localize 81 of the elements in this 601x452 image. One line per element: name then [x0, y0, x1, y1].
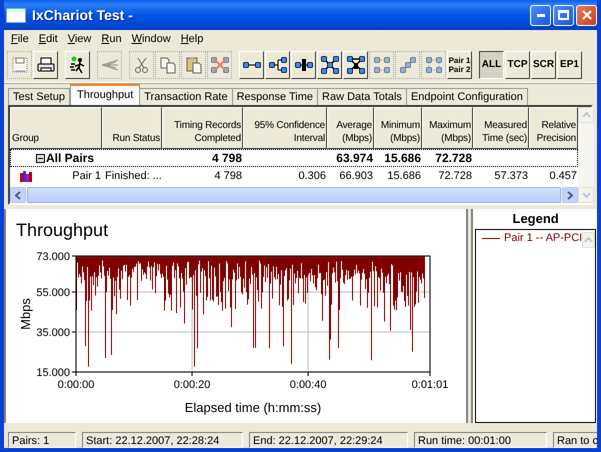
status-text: Start: 22.12.2007, 22:28:24	[82, 432, 243, 448]
toolbar-button[interactable]: EP1	[557, 51, 582, 79]
scroll-up-button[interactable]	[582, 232, 596, 248]
group-name: Pair 1	[72, 170, 101, 182]
x-axis-label: Elapsed time (h:mm:ss)	[184, 400, 322, 415]
column-header[interactable]: Group	[10, 107, 102, 149]
y-tick-label: 73.000	[36, 251, 70, 263]
table-cell: 0.306	[298, 170, 326, 182]
y-tick-label: 15.000	[36, 367, 70, 379]
node-mesh-icon	[346, 55, 366, 75]
column-header[interactable]: Timing Records Completed	[162, 107, 243, 149]
menu-item[interactable]: Help	[176, 33, 208, 45]
x-tick-label: 0:00:00	[58, 379, 94, 391]
node-square-icon	[424, 55, 444, 75]
menu-item[interactable]: File	[6, 33, 34, 45]
column-header[interactable]: Minimum (Mbps)	[374, 107, 422, 149]
menu-item[interactable]: Window	[126, 33, 176, 45]
toolbar-button[interactable]: ALL	[479, 51, 504, 79]
close-icon	[582, 10, 592, 20]
x-tick-label: 0:00:20	[174, 379, 210, 391]
table-cell: 57.373	[494, 170, 528, 182]
toolbar-button[interactable]: Pair 1 Pair 2	[447, 51, 472, 79]
y-axis-label: Mbps	[18, 298, 33, 330]
maximize-button[interactable]	[553, 4, 574, 26]
column-header[interactable]: Relative Precision	[529, 107, 578, 149]
node-diagonal-icon	[398, 55, 418, 75]
chart-title: Throughput	[15, 219, 110, 242]
scroll-right-button[interactable]	[562, 187, 578, 203]
status-text: End: 22.12.2007, 22:29:24	[249, 432, 408, 448]
group-name: All Pairs	[46, 151, 94, 165]
y-tick-label: 55.000	[36, 287, 70, 299]
bar-chart-icon	[19, 170, 33, 182]
column-header[interactable]: Average (Mbps)	[327, 107, 374, 149]
column-header[interactable]: Run Status	[102, 107, 162, 149]
table-cell: 4 798	[212, 151, 242, 165]
tab[interactable]: Endpoint Configuration	[406, 88, 528, 105]
floppy-icon	[10, 55, 30, 75]
menu-item[interactable]: Run	[96, 33, 127, 45]
copy-icon	[158, 55, 178, 75]
table-cell: 15.686	[387, 170, 421, 182]
toolbar-button[interactable]: SCR	[531, 51, 556, 79]
window-title: IxChariot Test -	[32, 7, 134, 23]
table-row[interactable]: All Pairs 4 798 63.974 15.686 72.728	[10, 149, 578, 167]
clipboard-icon	[184, 55, 204, 75]
table-cell: 63.974	[336, 151, 373, 165]
table-cell: 72.728	[438, 170, 472, 182]
tab[interactable]: Response Time	[232, 88, 318, 105]
table-cell: 15.686	[384, 151, 421, 165]
tab[interactable]: Throughput	[70, 84, 140, 105]
tab[interactable]: Transaction Rate	[140, 88, 233, 105]
tab[interactable]: Raw Data Totals	[318, 88, 407, 105]
close-button[interactable]	[576, 4, 597, 26]
toolbar-button[interactable]: TCP	[505, 51, 530, 79]
column-header[interactable]: 95% Confidence Interval	[243, 107, 327, 149]
table-cell: 4 798	[214, 170, 242, 182]
menu-item[interactable]: View	[62, 33, 96, 45]
collapse-toggle[interactable]	[36, 154, 45, 162]
legend-label: Pair 1 -- AP-PCI	[504, 232, 582, 244]
x-tick-label: 0:00:40	[290, 379, 326, 391]
menu-item[interactable]: Edit	[34, 33, 63, 45]
minimize-button[interactable]	[530, 4, 551, 26]
maximize-icon	[558, 10, 569, 20]
app-icon	[6, 8, 26, 22]
tab[interactable]: Test Setup	[8, 88, 70, 105]
x-tick-label: 0:01:01	[412, 379, 448, 391]
column-header[interactable]: Measured Time (sec)	[473, 107, 529, 149]
node-tree-icon	[268, 55, 288, 75]
legend-title: Legend	[512, 210, 560, 228]
table-cell: Finished: ...	[105, 170, 162, 182]
node-cross-icon	[320, 55, 340, 75]
table-cell: 72.728	[435, 151, 472, 165]
minimize-icon	[536, 14, 544, 16]
scroll-left-button[interactable]	[10, 187, 26, 203]
status-text: Run time: 00:01:00	[414, 432, 547, 448]
table-cell: 0.457	[549, 170, 577, 182]
delete-icon	[210, 55, 230, 75]
y-tick-label: 35.000	[36, 327, 70, 339]
column-header[interactable]: Maximum (Mbps)	[422, 107, 473, 149]
table-row[interactable]: Pair 1 Finished: ... 4 798 0.306 66.903 15.686 72.728 57.373 0.457	[10, 167, 578, 185]
status-text: Pairs: 1	[8, 432, 76, 448]
table-cell: 66.903	[339, 170, 373, 182]
